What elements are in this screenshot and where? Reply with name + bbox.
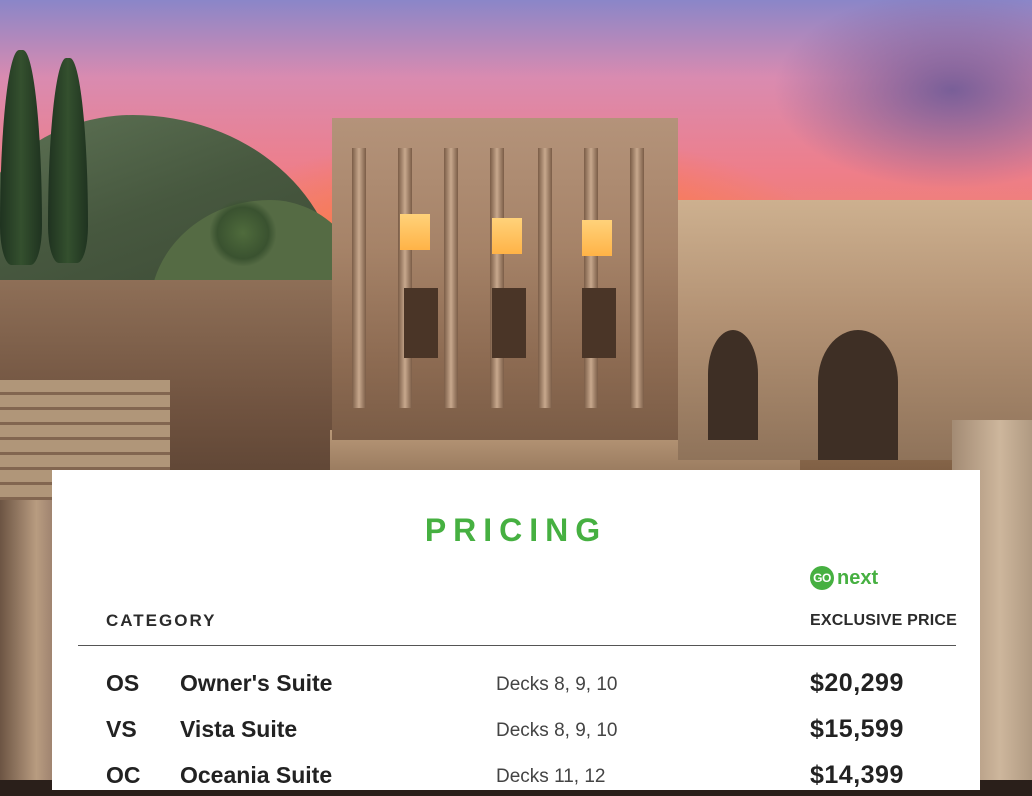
deck-info: Decks 11, 12 bbox=[496, 766, 606, 787]
brand-word: next bbox=[837, 566, 879, 589]
pricing-card: PRICING GO next CATEGORY EXCLUSIVE PRICE… bbox=[52, 470, 980, 790]
category-code: VS bbox=[106, 716, 137, 742]
category-code: OC bbox=[106, 762, 141, 788]
go-badge-icon: GO bbox=[810, 566, 834, 590]
table-row: VS Vista Suite Decks 8, 9, 10 $15,599 bbox=[52, 710, 980, 750]
pricing-title: PRICING bbox=[424, 512, 608, 548]
ruins-left-lower bbox=[0, 500, 52, 780]
deck-info: Decks 8, 9, 10 bbox=[496, 720, 618, 741]
suite-price: $20,299 bbox=[810, 669, 904, 697]
deck-info: Decks 8, 9, 10 bbox=[496, 674, 618, 695]
suite-name: Oceania Suite bbox=[180, 762, 333, 788]
suite-name: Vista Suite bbox=[180, 716, 298, 742]
cypress-tree bbox=[48, 58, 88, 263]
suite-price: $15,599 bbox=[810, 715, 904, 743]
table-row: OS Owner's Suite Decks 8, 9, 10 $20,299 bbox=[52, 664, 980, 704]
cypress-tree bbox=[0, 50, 42, 265]
category-header: CATEGORY bbox=[106, 611, 217, 630]
exclusive-price-header: EXCLUSIVE PRICE bbox=[810, 612, 958, 629]
table-row: OC Oceania Suite Decks 11, 12 $14,399 bbox=[52, 756, 980, 796]
category-code: OS bbox=[106, 670, 140, 696]
suite-price: $14,399 bbox=[810, 761, 904, 789]
library-facade bbox=[332, 118, 678, 440]
gonext-logo: GO next bbox=[810, 566, 878, 590]
suite-name: Owner's Suite bbox=[180, 670, 333, 696]
palm-tree bbox=[210, 200, 276, 266]
header-divider bbox=[78, 645, 956, 646]
sky-cloud bbox=[772, 0, 1032, 190]
